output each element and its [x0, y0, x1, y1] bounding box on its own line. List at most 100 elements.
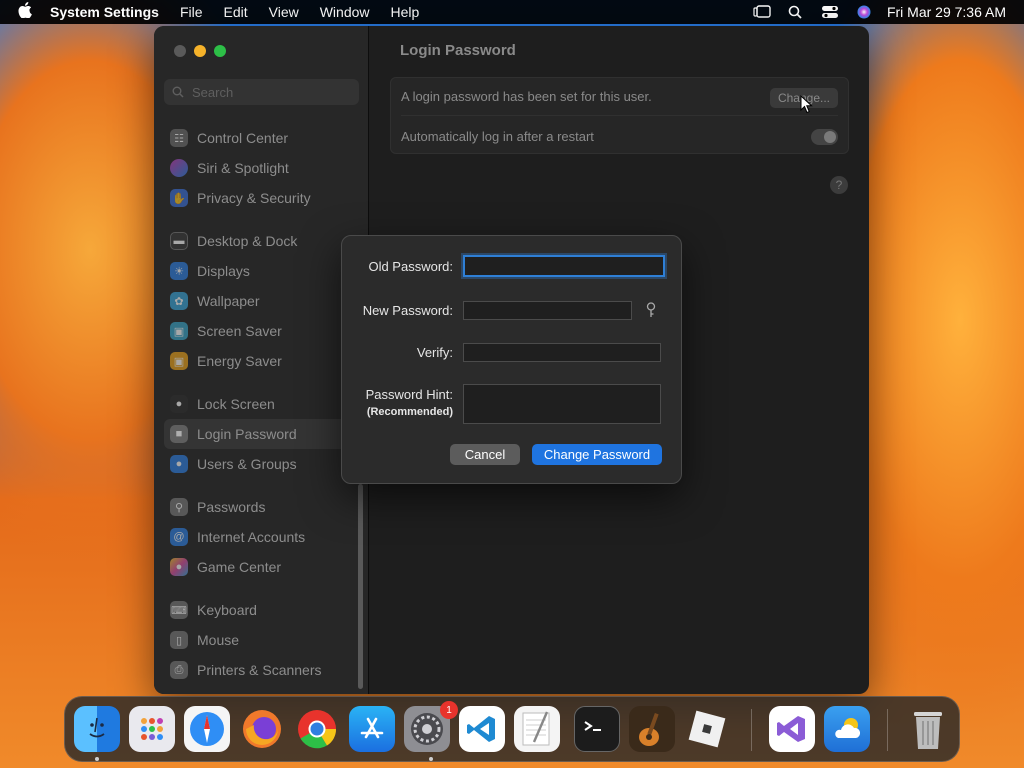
- toggle-knob: [824, 131, 836, 143]
- dock-separator: [751, 709, 752, 751]
- old-password-field[interactable]: [463, 255, 665, 277]
- verify-label: Verify:: [416, 345, 453, 360]
- finder-icon[interactable]: [74, 706, 120, 752]
- sidebar-item-label: Internet Accounts: [197, 529, 306, 545]
- sidebar: Search ☷ Control Center Siri & Spotlight…: [154, 26, 369, 694]
- chrome-icon[interactable]: [294, 706, 340, 752]
- sidebar-scrollbar[interactable]: [358, 484, 363, 689]
- old-password-label: Old Password:: [368, 259, 453, 274]
- siri-icon[interactable]: [855, 5, 873, 19]
- sidebar-item-label: Printers & Scanners: [197, 662, 322, 678]
- help-button[interactable]: ?: [830, 176, 848, 194]
- flower-icon: ✿: [170, 292, 188, 310]
- new-password-field[interactable]: [463, 301, 632, 320]
- launchpad-icon[interactable]: [129, 706, 175, 752]
- sidebar-item-screen-saver[interactable]: ▣ Screen Saver: [164, 316, 359, 346]
- new-password-label: New Password:: [362, 303, 453, 318]
- search-icon: [172, 86, 184, 98]
- roblox-icon[interactable]: [684, 706, 730, 752]
- auto-login-row: Automatically log in after a restart: [401, 117, 838, 155]
- sidebar-item-energy-saver[interactable]: ▣ Energy Saver: [164, 346, 359, 376]
- verify-field[interactable]: [463, 343, 661, 362]
- change-password-submit-button[interactable]: Change Password: [532, 444, 662, 465]
- sidebar-item-desktop-dock[interactable]: ▬ Desktop & Dock: [164, 226, 359, 256]
- sidebar-item-label: Displays: [197, 263, 250, 279]
- sidebar-list: ☷ Control Center Siri & Spotlight ✋ Priv…: [164, 123, 359, 685]
- sidebar-item-label: Login Password: [197, 426, 297, 442]
- dock-icon: ▬: [170, 232, 188, 250]
- notification-badge: 1: [440, 701, 458, 719]
- sidebar-item-users-groups[interactable]: ● Users & Groups: [164, 449, 359, 479]
- change-password-dialog: Old Password: New Password: Verify: Pass…: [341, 235, 682, 484]
- sidebar-item-label: Screen Saver: [197, 323, 282, 339]
- firefox-icon[interactable]: [239, 706, 285, 752]
- sidebar-item-label: Game Center: [197, 559, 282, 575]
- mouse-icon: ▯: [170, 631, 188, 649]
- password-status-text: A login password has been set for this u…: [401, 89, 652, 104]
- sidebar-item-siri-spotlight[interactable]: Siri & Spotlight: [164, 153, 359, 183]
- search-placeholder: Search: [192, 84, 234, 100]
- key-icon: ⚲: [170, 498, 188, 516]
- auto-login-toggle[interactable]: [811, 129, 838, 145]
- sidebar-item-displays[interactable]: ☀ Displays: [164, 256, 359, 286]
- screen-saver-icon: ▣: [170, 322, 188, 340]
- menu-help[interactable]: Help: [391, 4, 420, 20]
- menu-edit[interactable]: Edit: [224, 4, 248, 20]
- at-icon: @: [170, 528, 188, 546]
- menu-view[interactable]: View: [269, 4, 299, 20]
- sidebar-item-printers-scanners[interactable]: ⎙ Printers & Scanners: [164, 655, 359, 685]
- control-center-icon: ☷: [170, 129, 188, 147]
- garageband-icon[interactable]: [629, 706, 675, 752]
- apple-menu-icon[interactable]: [0, 2, 50, 22]
- password-hint-field[interactable]: [463, 384, 661, 424]
- weather-icon[interactable]: [824, 706, 870, 752]
- sidebar-item-mouse[interactable]: ▯ Mouse: [164, 625, 359, 655]
- cancel-button[interactable]: Cancel: [450, 444, 520, 465]
- stage-manager-icon[interactable]: [753, 5, 771, 19]
- sidebar-item-label: Keyboard: [197, 602, 257, 618]
- sidebar-item-passwords[interactable]: ⚲ Passwords: [164, 492, 359, 522]
- mouse-cursor-icon: [800, 95, 813, 114]
- sidebar-item-keyboard[interactable]: ⌨ Keyboard: [164, 595, 359, 625]
- visual-studio-icon[interactable]: [769, 706, 815, 752]
- login-password-group: A login password has been set for this u…: [390, 77, 849, 154]
- dock: 1: [64, 696, 960, 762]
- battery-icon: ▣: [170, 352, 188, 370]
- password-hint-sublabel: (Recommended): [366, 406, 453, 418]
- sidebar-item-privacy-security[interactable]: ✋ Privacy & Security: [164, 183, 359, 213]
- sidebar-search-input[interactable]: Search: [164, 79, 359, 105]
- sidebar-item-internet-accounts[interactable]: @ Internet Accounts: [164, 522, 359, 552]
- sidebar-item-label: Desktop & Dock: [197, 233, 298, 249]
- control-center-icon[interactable]: [821, 5, 839, 19]
- menu-file[interactable]: File: [180, 4, 203, 20]
- password-assistant-key-icon[interactable]: [645, 302, 657, 318]
- sidebar-item-game-center[interactable]: ● Game Center: [164, 552, 359, 582]
- sidebar-item-label: Users & Groups: [197, 456, 297, 472]
- sidebar-item-wallpaper[interactable]: ✿ Wallpaper: [164, 286, 359, 316]
- lock-icon: ●: [170, 395, 188, 413]
- sidebar-item-lock-screen[interactable]: ● Lock Screen: [164, 389, 359, 419]
- menu-app-name[interactable]: System Settings: [50, 4, 159, 20]
- safari-icon[interactable]: [184, 706, 230, 752]
- sidebar-item-label: Wallpaper: [197, 293, 260, 309]
- sidebar-item-login-password[interactable]: ■ Login Password: [164, 419, 359, 449]
- zoom-window-button[interactable]: [214, 45, 226, 57]
- terminal-icon[interactable]: [574, 706, 620, 752]
- auto-login-text: Automatically log in after a restart: [401, 128, 594, 144]
- siri-icon: [170, 159, 188, 177]
- menu-window[interactable]: Window: [320, 4, 370, 20]
- minimize-window-button[interactable]: [194, 45, 206, 57]
- sidebar-item-control-center[interactable]: ☷ Control Center: [164, 123, 359, 153]
- trash-icon[interactable]: [905, 706, 951, 752]
- app-store-icon[interactable]: [349, 706, 395, 752]
- sidebar-item-label: Mouse: [197, 632, 240, 648]
- sidebar-item-label: Lock Screen: [197, 396, 275, 412]
- sidebar-item-label: Energy Saver: [197, 353, 282, 369]
- close-window-button[interactable]: [174, 45, 186, 57]
- page-title: Login Password: [400, 42, 516, 59]
- spotlight-search-icon[interactable]: [787, 5, 805, 19]
- vscode-icon[interactable]: [459, 706, 505, 752]
- menu-clock[interactable]: Fri Mar 29 7:36 AM: [887, 4, 1006, 20]
- sidebar-item-label: Privacy & Security: [197, 190, 311, 206]
- textedit-icon[interactable]: [514, 706, 560, 752]
